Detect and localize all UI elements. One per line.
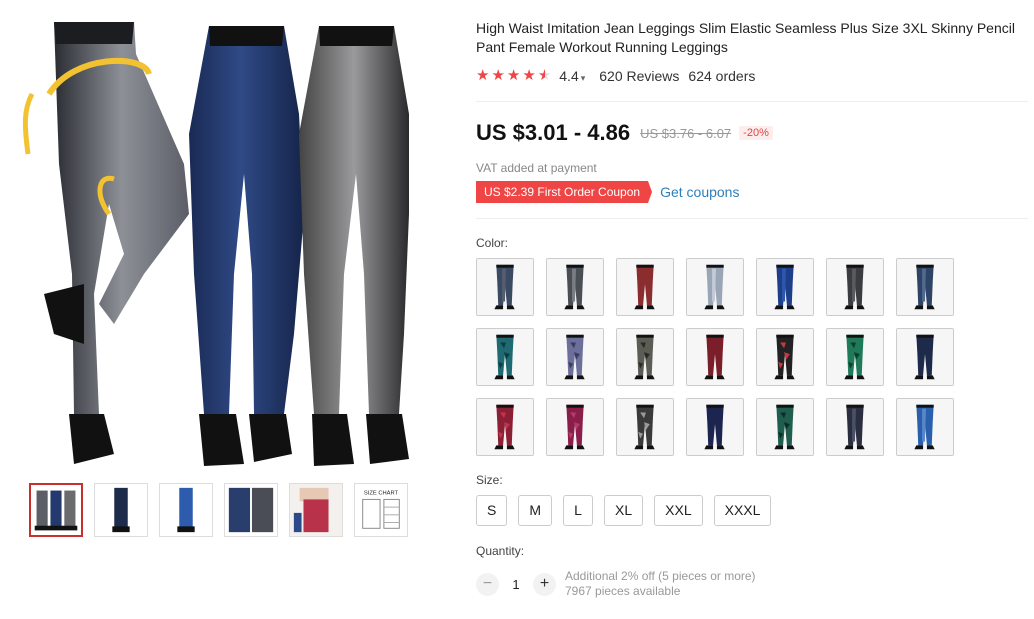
thumbnail-denim-closeup[interactable] — [224, 483, 278, 537]
size-option-m[interactable]: M — [518, 495, 553, 526]
size-option-xxxl[interactable]: XXXL — [713, 495, 772, 526]
thumbnail-dark-pair[interactable] — [94, 483, 148, 537]
size-chart-text: SIZE CHART — [364, 491, 399, 497]
color-swatch[interactable] — [546, 398, 604, 456]
price-row: US $3.01 - 4.86 US $3.76 - 6.07 -20% — [476, 120, 773, 146]
color-swatch[interactable] — [616, 398, 674, 456]
thumbnail-size-chart[interactable]: SIZE CHART — [354, 483, 408, 537]
color-swatch[interactable] — [826, 258, 884, 316]
color-swatch[interactable] — [686, 258, 744, 316]
bulk-discount-note: Additional 2% off (5 pieces or more) — [565, 569, 756, 583]
product-title: High Waist Imitation Jean Leggings Slim … — [476, 20, 1015, 55]
reviews-link[interactable]: 620 Reviews — [599, 68, 679, 84]
rating-value[interactable]: 4.4 ▾ — [559, 68, 585, 84]
color-swatch[interactable] — [756, 258, 814, 316]
star-rating: ★ ★ ★ ★ ★ — [476, 68, 551, 84]
color-swatch[interactable] — [546, 328, 604, 386]
color-swatch[interactable] — [826, 398, 884, 456]
decrease-quantity-button[interactable]: − — [476, 572, 499, 596]
coupon-row: US $2.39 First Order Coupon Get coupons — [476, 181, 739, 203]
original-price: US $3.76 - 6.07 — [640, 125, 732, 141]
color-swatch[interactable] — [756, 398, 814, 456]
color-swatch[interactable] — [756, 328, 814, 386]
thumbnail-red-model[interactable] — [289, 483, 343, 537]
orders-count: 624 orders — [688, 68, 756, 84]
size-option-l[interactable]: L — [563, 495, 594, 526]
size-label: Size: — [476, 473, 503, 487]
half-star-icon: ★ — [537, 67, 552, 84]
thumbnail-strip: SIZE CHART — [29, 483, 408, 537]
vat-note: VAT added at payment — [476, 161, 597, 175]
star-icon: ★ — [506, 67, 521, 84]
color-swatch[interactable] — [616, 258, 674, 316]
color-label: Color: — [476, 236, 509, 250]
current-price: US $3.01 - 4.86 — [476, 120, 631, 145]
thumbnail-three-pairs[interactable] — [29, 483, 83, 537]
color-swatch[interactable] — [476, 258, 534, 316]
color-swatch-grid — [476, 258, 954, 456]
color-swatch[interactable] — [546, 258, 604, 316]
divider — [476, 218, 1028, 219]
rating-number: 4.4 — [559, 68, 579, 84]
quantity-info: Additional 2% off (5 pieces or more) 796… — [565, 569, 756, 599]
color-swatch[interactable] — [686, 398, 744, 456]
size-option-xxl[interactable]: XXL — [654, 495, 703, 526]
thumbnail-blue-pair[interactable] — [159, 483, 213, 537]
quantity-label: Quantity: — [476, 544, 525, 558]
main-product-image[interactable] — [14, 14, 424, 472]
divider — [476, 101, 1028, 102]
color-swatch[interactable] — [826, 328, 884, 386]
size-option-s[interactable]: S — [476, 495, 508, 526]
color-swatch[interactable] — [616, 328, 674, 386]
star-icon: ★ — [491, 67, 505, 84]
increase-quantity-button[interactable]: + — [533, 572, 556, 596]
rating-row: ★ ★ ★ ★ ★ 4.4 ▾ 620 Reviews 624 orders — [476, 68, 756, 85]
quantity-stepper: − 1 + Additional 2% off (5 pieces or mor… — [476, 569, 756, 599]
chevron-down-icon: ▾ — [580, 73, 586, 83]
color-swatch[interactable] — [476, 328, 534, 386]
get-coupons-link[interactable]: Get coupons — [660, 184, 739, 200]
color-swatch[interactable] — [896, 328, 954, 386]
stock-available: 7967 pieces available — [565, 584, 681, 598]
star-icon: ★ — [522, 67, 536, 84]
discount-badge: -20% — [739, 126, 773, 140]
color-swatch[interactable] — [896, 258, 954, 316]
first-order-coupon[interactable]: US $2.39 First Order Coupon — [476, 181, 653, 203]
color-swatch[interactable] — [686, 328, 744, 386]
quantity-value[interactable]: 1 — [499, 577, 533, 592]
size-options: S M L XL XXL XXXL — [476, 495, 772, 526]
color-swatch[interactable] — [476, 398, 534, 456]
color-swatch[interactable] — [896, 398, 954, 456]
size-option-xl[interactable]: XL — [604, 495, 644, 526]
star-icon: ★ — [476, 67, 490, 84]
